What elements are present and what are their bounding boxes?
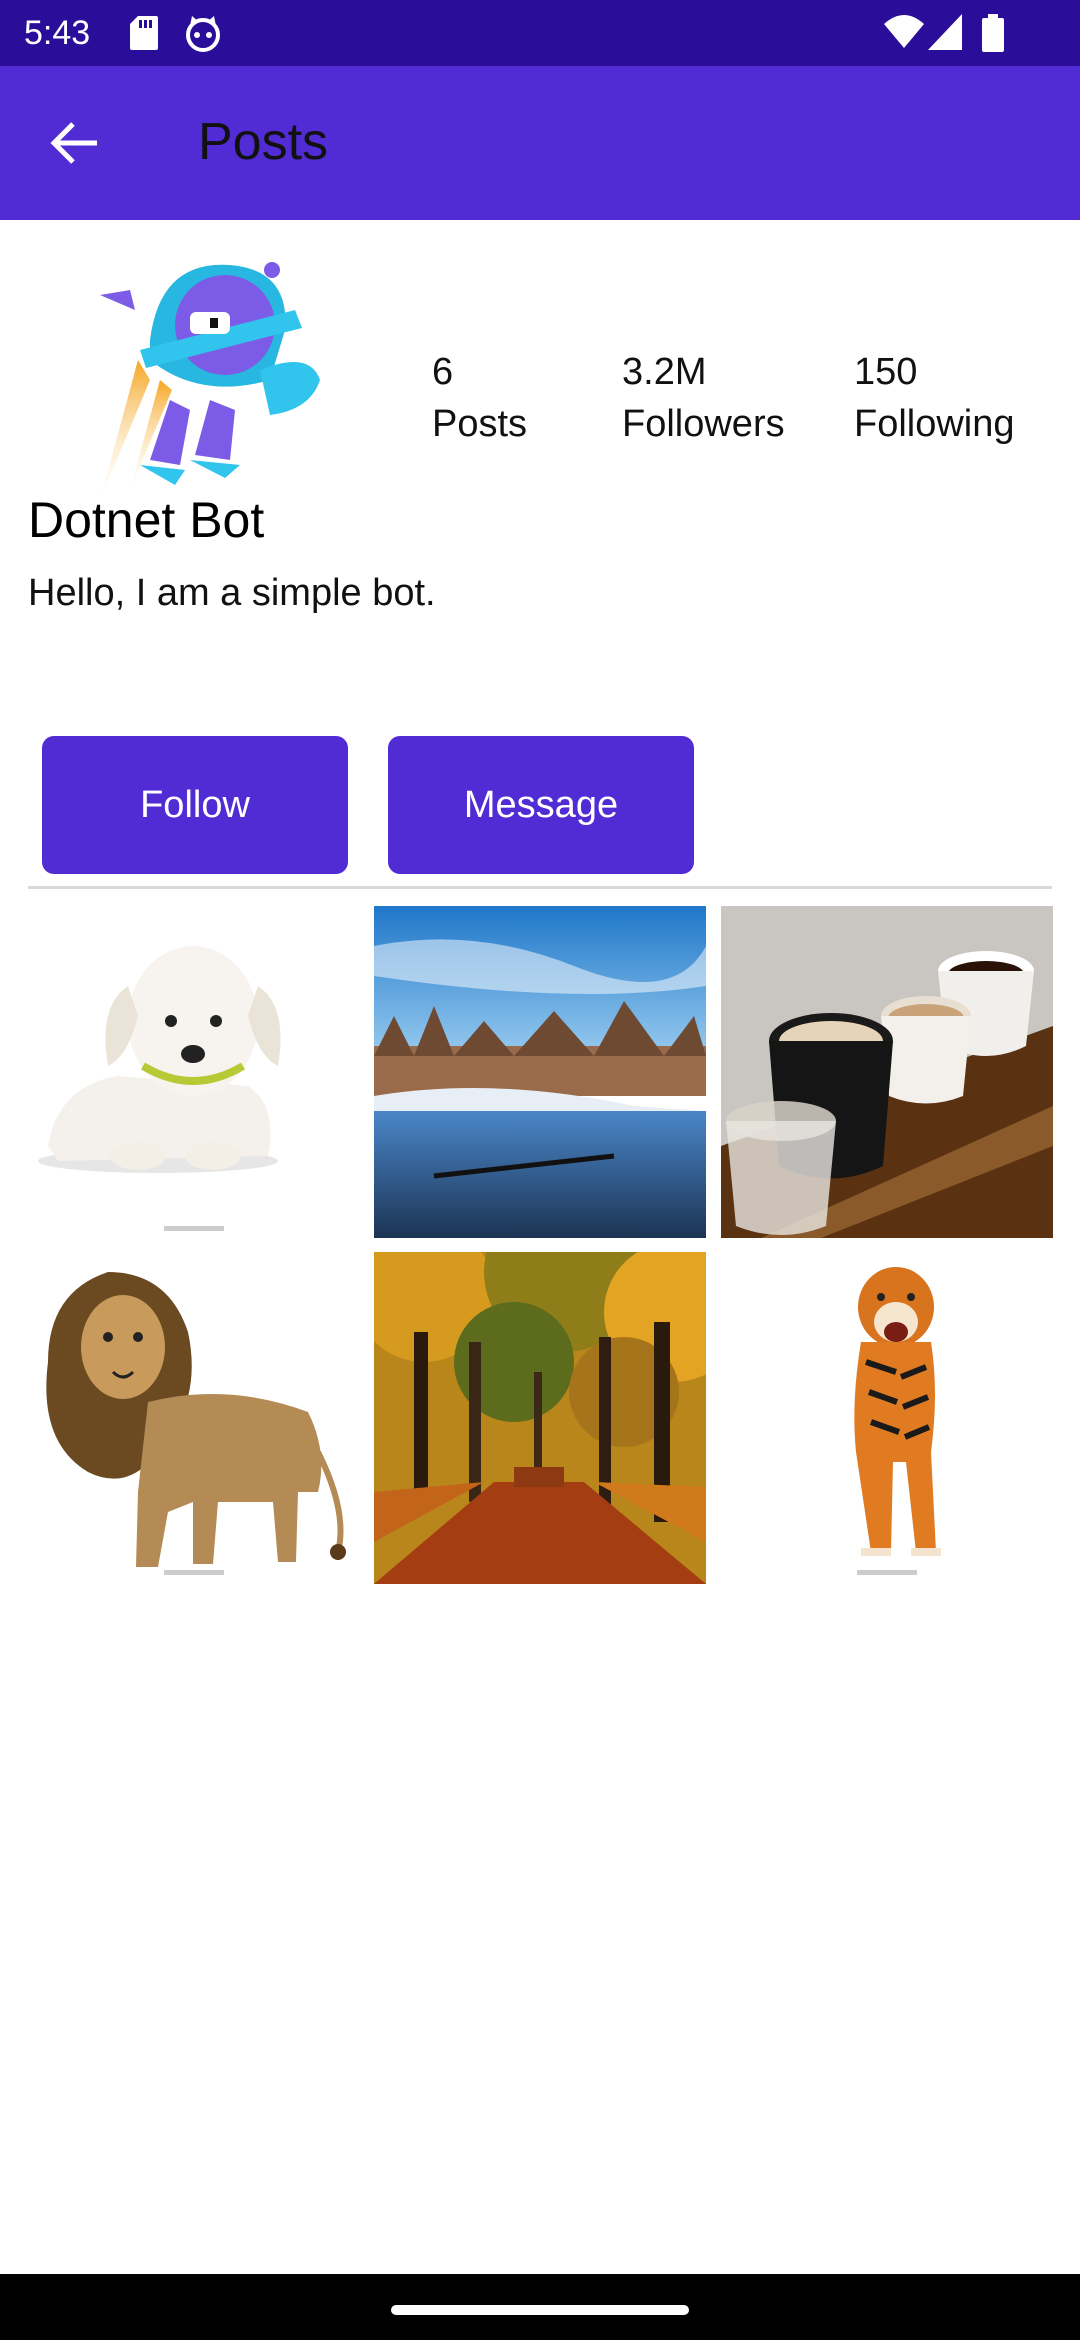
followers-count: 3.2M — [622, 351, 707, 393]
page-title: Posts — [198, 113, 329, 171]
follow-button[interactable]: Follow — [42, 736, 348, 874]
post-image-lion[interactable] — [28, 1252, 360, 1584]
app-bar: Posts — [0, 66, 1080, 220]
cat-face-icon — [186, 16, 220, 52]
lion-photo — [28, 1252, 360, 1584]
following-label: Following — [854, 403, 1015, 445]
stat-followers: 3.2M Followers — [622, 346, 785, 450]
post-image-coffee[interactable] — [721, 906, 1053, 1238]
home-gesture-handle[interactable] — [391, 2305, 689, 2315]
navigation-bar — [0, 2274, 1080, 2340]
signal-icon — [928, 14, 962, 50]
autumn-forest-photo — [374, 1252, 706, 1584]
stat-posts: 6 Posts — [432, 346, 527, 450]
divider — [28, 886, 1052, 889]
tiger-photo — [721, 1252, 1053, 1584]
posts-count: 6 — [432, 351, 454, 393]
post-image-tiger[interactable] — [721, 1252, 1053, 1584]
status-time: 5:43 — [24, 14, 91, 52]
stat-following: 150 Following — [854, 346, 1015, 450]
post-image-puppy[interactable] — [28, 906, 360, 1238]
status-bar: 5:43 — [0, 0, 1080, 66]
puppy-photo — [28, 906, 360, 1238]
battery-icon — [982, 14, 1004, 52]
back-button[interactable] — [34, 108, 114, 178]
followers-label: Followers — [622, 403, 785, 445]
arrow-left-icon — [50, 122, 97, 164]
profile-name: Dotnet Bot — [28, 492, 265, 548]
message-button[interactable]: Message — [388, 736, 694, 874]
avatar — [80, 250, 350, 512]
wifi-icon — [884, 15, 924, 48]
following-count: 150 — [854, 351, 918, 393]
river-landscape-photo — [374, 906, 706, 1238]
dotnet-bot-avatar-icon — [100, 262, 320, 500]
posts-label: Posts — [432, 403, 528, 445]
profile-bio: Hello, I am a simple bot. — [28, 572, 436, 614]
post-image-forest[interactable] — [374, 1252, 706, 1584]
sd-card-icon — [130, 16, 158, 50]
coffee-cups-photo — [721, 906, 1053, 1238]
post-image-river[interactable] — [374, 906, 706, 1238]
